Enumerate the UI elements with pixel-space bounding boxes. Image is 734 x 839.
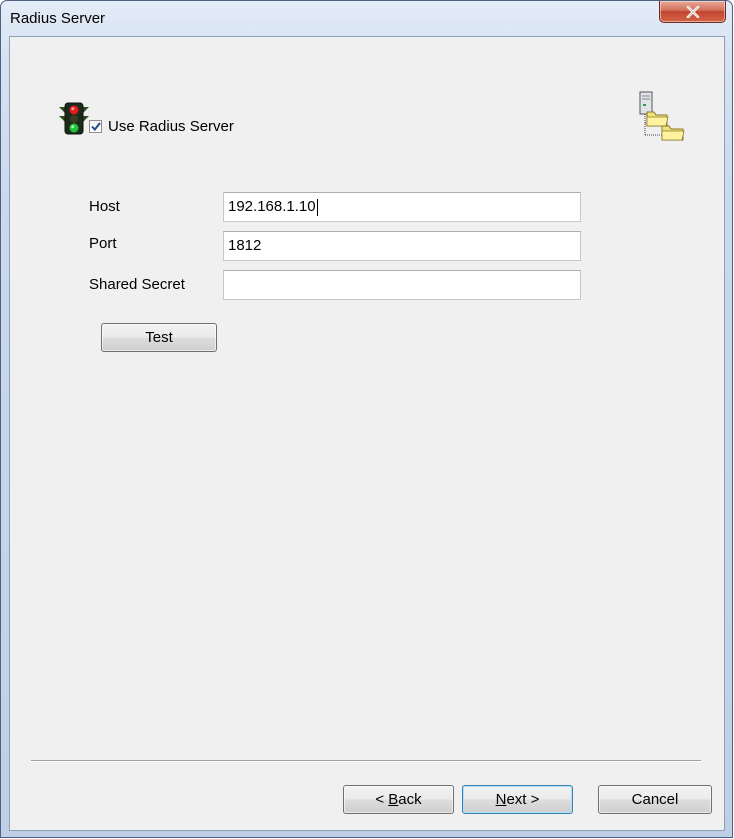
dialog-client-area	[9, 36, 725, 831]
back-button[interactable]: < Back	[343, 785, 454, 814]
next-button[interactable]: Next >	[462, 785, 573, 814]
port-input[interactable]: 1812	[223, 231, 581, 261]
cancel-button-label: Cancel	[631, 791, 679, 808]
port-label: Port	[89, 235, 117, 252]
cancel-button[interactable]: Cancel	[598, 785, 712, 814]
title-bar[interactable]: Radius Server	[1, 1, 732, 36]
window-title: Radius Server	[10, 10, 106, 27]
back-rest: ack	[398, 791, 422, 808]
next-rest: ext >	[506, 791, 540, 808]
next-button-label: Next >	[496, 791, 540, 808]
use-radius-server-label: Use Radius Server	[108, 118, 234, 135]
back-prefix: <	[375, 791, 389, 808]
host-label: Host	[89, 198, 120, 215]
text-caret	[316, 198, 318, 216]
shared-secret-label: Shared Secret	[89, 276, 185, 293]
shared-secret-input[interactable]	[223, 270, 581, 300]
host-value: 192.168.1.10	[228, 198, 316, 215]
traffic-light-icon	[59, 102, 89, 135]
back-button-label: < Back	[375, 791, 421, 808]
test-button[interactable]: Test	[101, 323, 217, 352]
back-mnemonic: B	[388, 791, 399, 808]
close-icon	[686, 5, 699, 18]
next-mnemonic: N	[495, 791, 507, 808]
footer-separator	[31, 760, 701, 762]
port-value: 1812	[228, 237, 262, 254]
close-button[interactable]	[659, 1, 726, 23]
server-folder-icon	[639, 91, 685, 141]
host-input[interactable]: 192.168.1.10	[223, 192, 581, 222]
use-radius-server-checkbox[interactable]	[89, 120, 102, 133]
test-button-label: Test	[145, 329, 173, 346]
checkmark-icon	[90, 122, 101, 131]
use-radius-server-row[interactable]: Use Radius Server	[89, 118, 234, 135]
